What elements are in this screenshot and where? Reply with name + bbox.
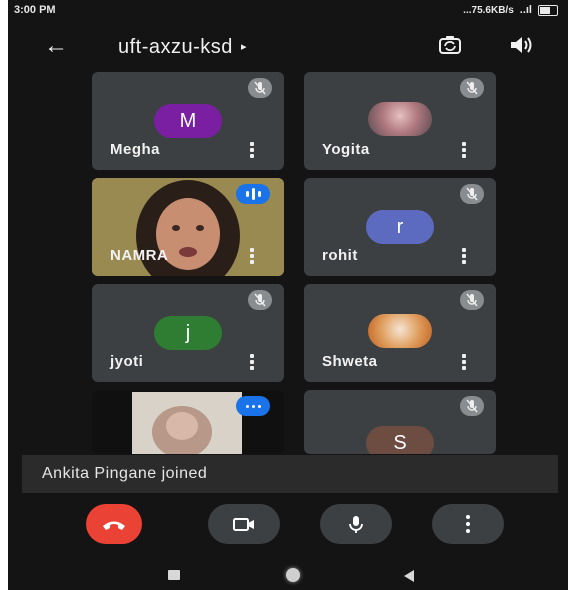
avatar: j xyxy=(154,316,222,350)
participant-tile-shweta[interactable]: Shweta xyxy=(304,284,496,382)
microphone-icon xyxy=(349,516,363,533)
participant-name: Yogita xyxy=(322,141,370,158)
android-nav-bar xyxy=(8,560,568,590)
participant-name: rohit xyxy=(322,247,358,264)
participant-tile-namra[interactable]: NAMRA xyxy=(92,178,284,276)
status-icons: ...75.6KB/s ..ıl xyxy=(463,4,558,16)
status-time: 3:00 PM xyxy=(14,4,56,16)
participant-name: jyoti xyxy=(110,353,144,370)
speaking-indicator-icon xyxy=(236,184,270,204)
video-camera-icon xyxy=(233,518,254,531)
mic-off-icon xyxy=(460,290,484,310)
home-icon[interactable] xyxy=(286,568,300,582)
avatar: r xyxy=(366,210,434,244)
battery-icon xyxy=(538,4,558,16)
more-vert-icon[interactable] xyxy=(250,354,254,370)
meeting-title[interactable]: uft-axzu-ksd ▸ xyxy=(118,36,247,59)
camera-toggle-button[interactable] xyxy=(208,504,280,544)
participant-tile-yogita[interactable]: Yogita xyxy=(304,72,496,170)
meeting-code: uft-axzu-ksd xyxy=(118,36,233,58)
participant-name: Shweta xyxy=(322,353,378,370)
status-bar: 3:00 PM ...75.6KB/s ..ıl xyxy=(8,0,568,22)
mic-off-icon xyxy=(248,78,272,98)
participant-tile-rohit[interactable]: r rohit xyxy=(304,178,496,276)
recents-icon[interactable] xyxy=(168,570,180,580)
more-vert-icon[interactable] xyxy=(462,142,466,158)
mic-off-icon xyxy=(460,396,484,416)
signal-icon: ..ıl xyxy=(519,4,532,16)
network-speed: ...75.6KB/s xyxy=(463,4,514,16)
more-vert-icon[interactable] xyxy=(462,354,466,370)
avatar: M xyxy=(154,104,222,138)
mic-off-icon xyxy=(460,78,484,98)
speaking-indicator-icon xyxy=(236,396,270,416)
more-options-button[interactable] xyxy=(432,504,504,544)
meet-call-screen: 3:00 PM ...75.6KB/s ..ıl ← uft-axzu-ksd ▸… xyxy=(8,0,568,590)
participant-tile-jyoti[interactable]: j jyoti xyxy=(92,284,284,382)
end-call-button[interactable] xyxy=(86,504,142,544)
participant-name: NAMRA xyxy=(110,247,169,264)
participant-tile-video[interactable] xyxy=(92,390,284,454)
participant-tile-s[interactable]: S xyxy=(304,390,496,454)
more-vert-icon xyxy=(466,515,470,533)
microphone-toggle-button[interactable] xyxy=(320,504,392,544)
toast-message: Ankita Pingane joined xyxy=(42,465,208,482)
video-feed xyxy=(132,392,242,454)
more-vert-icon[interactable] xyxy=(250,142,254,158)
call-header: ← uft-axzu-ksd ▸ xyxy=(8,22,568,70)
back-arrow-icon[interactable]: ← xyxy=(44,32,68,60)
participant-name: Megha xyxy=(110,141,161,158)
profile-photo xyxy=(368,102,432,136)
participant-tile-megha[interactable]: M Megha xyxy=(92,72,284,170)
caret-right-icon: ▸ xyxy=(240,41,247,53)
mic-off-icon xyxy=(460,184,484,204)
mic-off-icon xyxy=(248,290,272,310)
more-vert-icon[interactable] xyxy=(250,248,254,264)
join-toast: Ankita Pingane joined xyxy=(22,455,558,493)
speaker-icon[interactable] xyxy=(508,34,534,56)
more-vert-icon[interactable] xyxy=(462,248,466,264)
switch-camera-icon[interactable] xyxy=(438,34,462,56)
avatar: S xyxy=(366,426,434,454)
hang-up-icon xyxy=(103,521,125,530)
back-triangle-icon[interactable] xyxy=(404,570,414,582)
profile-photo xyxy=(368,314,432,348)
